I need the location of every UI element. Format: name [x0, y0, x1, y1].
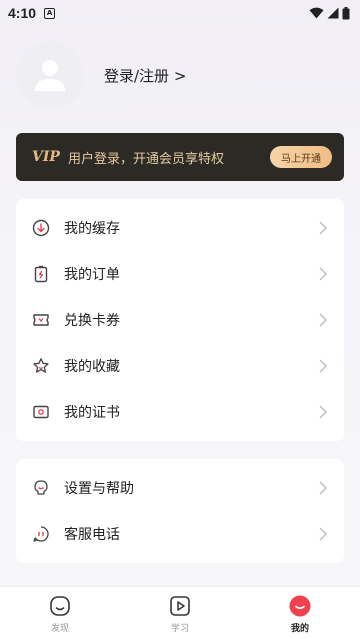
menu-item-label: 我的订单	[64, 267, 120, 283]
download-icon	[32, 219, 50, 237]
star-icon	[32, 357, 50, 375]
menu-card-primary: 我的缓存 我的订单 兑换卡券 我的收藏 我的证书	[16, 199, 344, 441]
chevron-right-icon	[319, 481, 327, 495]
menu-item-label: 我的缓存	[64, 221, 120, 237]
tab-discover[interactable]: 发现	[0, 587, 120, 639]
vip-promo-text: 用户登录，开通会员享特权	[67, 151, 224, 167]
menu-item-label: 兑换卡券	[64, 313, 120, 329]
menu-item-label: 我的收藏	[64, 359, 120, 375]
menu-item-label: 我的证书	[64, 405, 120, 421]
ticket-icon	[32, 311, 50, 329]
status-icons	[309, 6, 350, 20]
profile-face-icon	[289, 595, 311, 617]
status-time: 4:10	[8, 5, 37, 21]
tab-mine[interactable]: 我的	[240, 587, 360, 639]
order-icon	[32, 265, 50, 283]
status-bar: 4:10 A	[0, 0, 360, 26]
chevron-right-icon	[319, 221, 327, 235]
tab-label: 发现	[50, 624, 69, 634]
vip-banner[interactable]: VIP 用户登录，开通会员享特权 马上开通	[16, 133, 344, 181]
menu-item-redeem[interactable]: 兑换卡券	[16, 297, 344, 343]
chevron-right-icon	[319, 359, 327, 373]
chevron-right-icon	[319, 527, 327, 541]
notification-badge-icon: A	[44, 7, 56, 19]
tab-label: 我的	[290, 624, 309, 634]
menu-item-label: 设置与帮助	[64, 481, 134, 497]
certificate-icon	[32, 403, 50, 421]
menu-card-secondary: 设置与帮助 客服电话	[16, 459, 344, 563]
battery-icon	[342, 6, 350, 19]
menu-item-settings-help[interactable]: 设置与帮助	[16, 465, 344, 511]
login-register-link[interactable]: 登录/注册 >	[104, 65, 186, 86]
signal-icon	[327, 7, 339, 19]
menu-item-label: 客服电话	[64, 527, 120, 543]
discover-icon	[49, 595, 71, 617]
menu-item-customer-service[interactable]: 客服电话	[16, 511, 344, 557]
menu-item-orders[interactable]: 我的订单	[16, 251, 344, 297]
profile-header[interactable]: 登录/注册 >	[16, 41, 186, 109]
avatar[interactable]	[16, 41, 84, 109]
settings-help-icon	[32, 479, 50, 497]
wifi-icon	[309, 7, 324, 19]
user-avatar-icon	[35, 60, 65, 91]
tab-label: 学习	[170, 624, 189, 634]
menu-item-favorites[interactable]: 我的收藏	[16, 343, 344, 389]
open-vip-button[interactable]: 马上开通	[270, 146, 332, 168]
chevron-right-icon	[319, 267, 327, 281]
tab-study[interactable]: 学习	[120, 587, 240, 639]
vip-tag: VIP	[32, 149, 60, 165]
customer-service-icon	[32, 525, 50, 543]
menu-item-certificates[interactable]: 我的证书	[16, 389, 344, 435]
play-icon	[169, 595, 191, 617]
chevron-right-icon	[319, 405, 327, 419]
menu-item-cache[interactable]: 我的缓存	[16, 205, 344, 251]
chevron-right-icon	[319, 313, 327, 327]
bottom-tab-bar: 发现 学习 我的	[0, 586, 360, 639]
